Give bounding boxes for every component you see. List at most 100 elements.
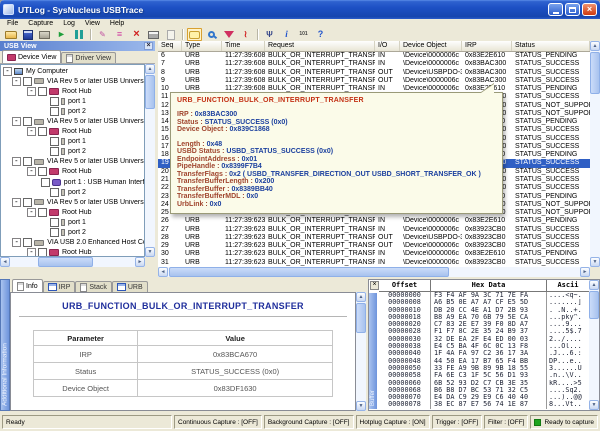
- tree-item[interactable]: -Root Hub: [1, 167, 144, 177]
- checkbox[interactable]: [38, 208, 47, 217]
- expand-icon[interactable]: -: [12, 198, 21, 207]
- tree-item[interactable]: -My Computer: [1, 66, 144, 76]
- export-button[interactable]: [37, 28, 52, 41]
- clear-log-button[interactable]: ×: [129, 28, 144, 41]
- hex-vscrollbar[interactable]: ▲ ▼: [589, 280, 599, 410]
- scroll-thumb[interactable]: [169, 267, 449, 277]
- scroll-thumb[interactable]: [590, 52, 600, 94]
- column-header-request[interactable]: Request: [265, 41, 375, 51]
- expand-icon[interactable]: -: [12, 117, 21, 126]
- scroll-thumb[interactable]: [145, 75, 155, 109]
- checkbox[interactable]: [23, 198, 32, 207]
- buffer-tab[interactable]: Buffer: [369, 293, 377, 409]
- expand-icon[interactable]: -: [12, 77, 21, 86]
- scroll-up-icon[interactable]: ▲: [356, 292, 366, 302]
- checkbox[interactable]: [50, 188, 59, 197]
- tree-item[interactable]: port 2: [1, 147, 144, 157]
- usb-view-close-icon[interactable]: ×: [144, 42, 153, 50]
- trace-table-header[interactable]: SeqTypeTimeRequestI/ODevice ObjectIRPSta…: [158, 41, 590, 52]
- menu-item-capture[interactable]: Capture: [23, 20, 58, 27]
- checkbox[interactable]: [38, 87, 47, 96]
- trace-row[interactable]: 6URB11:27:39:608BULK_OR_INTERRUPT_TRANSF…: [158, 52, 590, 60]
- trace-row[interactable]: 9URB11:27:39:608BULK_OR_INTERRUPT_TRANSF…: [158, 77, 590, 85]
- scroll-down-icon[interactable]: ▼: [145, 247, 155, 257]
- column-header-seq[interactable]: Seq: [158, 41, 182, 51]
- tab-device-view[interactable]: Device View: [2, 50, 61, 63]
- column-header-type[interactable]: Type: [182, 41, 222, 51]
- checkbox[interactable]: [38, 167, 47, 176]
- expand-icon[interactable]: -: [27, 87, 36, 96]
- tree-item[interactable]: port 1: [1, 217, 144, 227]
- usb-devices-button[interactable]: Ψ: [262, 28, 277, 41]
- scroll-right-icon[interactable]: ►: [580, 267, 590, 277]
- tree-item[interactable]: -VIA Rev 5 or later USB Universal Host C: [1, 157, 144, 167]
- tooltip-toggle-button[interactable]: [187, 28, 202, 41]
- tab-stack[interactable]: Stack: [75, 281, 112, 292]
- checkbox[interactable]: [38, 127, 47, 136]
- search-button[interactable]: [204, 28, 219, 41]
- menu-item-log[interactable]: Log: [58, 20, 80, 27]
- scroll-down-icon[interactable]: ▼: [356, 401, 366, 411]
- help-button[interactable]: ?: [313, 28, 328, 41]
- checkbox[interactable]: [38, 248, 47, 257]
- scroll-thumb[interactable]: [589, 291, 599, 319]
- checkbox[interactable]: [50, 107, 59, 116]
- column-header-time[interactable]: Time: [222, 41, 265, 51]
- trace-row[interactable]: 8URB11:27:39:608BULK_OR_INTERRUPT_TRANSF…: [158, 69, 590, 77]
- trace-row[interactable]: 29URB11:27:39:623BULK_OR_INTERRUPT_TRANS…: [158, 242, 590, 250]
- expand-icon[interactable]: -: [27, 208, 36, 217]
- tree-item[interactable]: port 2: [1, 228, 144, 238]
- pause-capture-button[interactable]: [71, 28, 86, 41]
- trace-row[interactable]: 7URB11:27:39:608BULK_OR_INTERRUPT_TRANSF…: [158, 60, 590, 68]
- edit-button[interactable]: ✎: [95, 28, 110, 41]
- column-header-device-object[interactable]: Device Object: [400, 41, 462, 51]
- checkbox[interactable]: [23, 117, 32, 126]
- tab-info[interactable]: Info: [12, 279, 43, 292]
- checkbox[interactable]: [50, 97, 59, 106]
- tree-item[interactable]: -VIA Rev 5 or later USB Universal Host C: [1, 197, 144, 207]
- close-button[interactable]: ×: [582, 3, 597, 16]
- checkbox[interactable]: [23, 77, 32, 86]
- trace-vscrollbar[interactable]: ▲ ▼: [590, 41, 600, 267]
- tree-item[interactable]: port 2: [1, 106, 144, 116]
- tab-driver-view[interactable]: Driver View: [61, 52, 116, 63]
- scroll-thumb[interactable]: [356, 303, 366, 333]
- tree-item[interactable]: -Root Hub: [1, 248, 144, 257]
- menu-item-file[interactable]: File: [2, 20, 23, 27]
- tree-item[interactable]: port 2: [1, 187, 144, 197]
- scroll-left-icon[interactable]: ◄: [0, 257, 10, 267]
- tree-item[interactable]: -Root Hub: [1, 86, 144, 96]
- column-header-i-o[interactable]: I/O: [375, 41, 400, 51]
- titlebar[interactable]: UTLog - SysNucleus USBTrace ×: [0, 0, 600, 19]
- info-vscrollbar[interactable]: ▲ ▼: [356, 292, 366, 411]
- column-header-irp[interactable]: IRP: [462, 41, 512, 51]
- checkbox[interactable]: [23, 238, 32, 247]
- trace-row[interactable]: 31URB11:27:39:623BULK_OR_INTERRUPT_TRANS…: [158, 259, 590, 267]
- additional-information-tab[interactable]: Additional Information: [0, 279, 10, 411]
- checkbox[interactable]: [23, 157, 32, 166]
- minimize-button[interactable]: [548, 3, 563, 16]
- trace-row[interactable]: 28URB11:27:39:623BULK_OR_INTERRUPT_TRANS…: [158, 234, 590, 242]
- tab-irp[interactable]: IRP: [43, 281, 76, 292]
- tree-item[interactable]: port 1 : USB Human Interface D: [1, 177, 144, 187]
- trace-row[interactable]: 30URB11:27:39:623BULK_OR_INTERRUPT_TRANS…: [158, 250, 590, 258]
- info-button[interactable]: i: [279, 28, 294, 41]
- trigger-button[interactable]: ≀: [238, 28, 253, 41]
- checkbox[interactable]: [50, 137, 59, 146]
- device-tree-hscrollbar[interactable]: ◄ ►: [0, 257, 145, 267]
- tree-item[interactable]: port 1: [1, 96, 144, 106]
- save-log-button[interactable]: [20, 28, 35, 41]
- restore-button[interactable]: [565, 3, 580, 16]
- tree-item[interactable]: -VIA Rev 5 or later USB Universal Host C: [1, 76, 144, 86]
- menu-item-help[interactable]: Help: [105, 20, 129, 27]
- expand-icon[interactable]: -: [27, 167, 36, 176]
- trace-row[interactable]: 26URB11:27:39:623BULK_OR_INTERRUPT_TRANS…: [158, 217, 590, 225]
- expand-icon[interactable]: -: [12, 238, 21, 247]
- expand-icon[interactable]: -: [27, 127, 36, 136]
- start-capture-button[interactable]: ►: [54, 28, 69, 41]
- open-log-button[interactable]: [3, 28, 18, 41]
- checkbox[interactable]: [41, 178, 50, 187]
- scroll-right-icon[interactable]: ►: [135, 257, 145, 267]
- checkbox[interactable]: [50, 228, 59, 237]
- expand-icon[interactable]: -: [12, 157, 21, 166]
